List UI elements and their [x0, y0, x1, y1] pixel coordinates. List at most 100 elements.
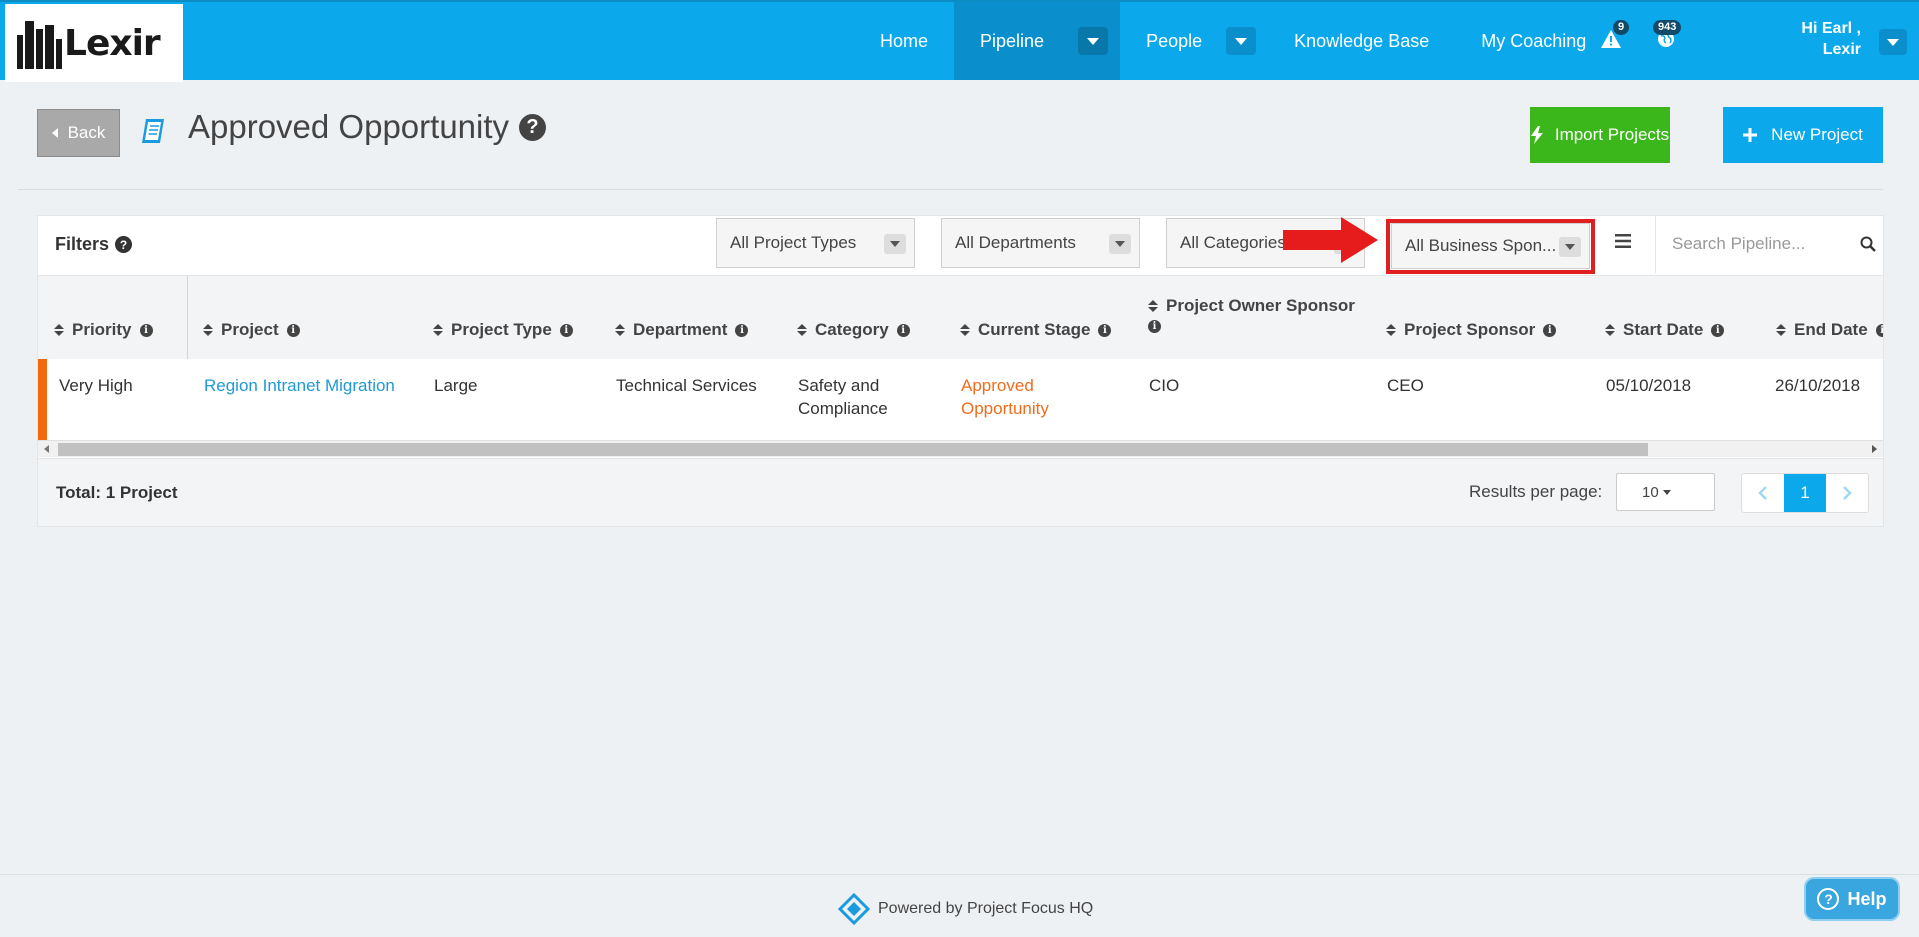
column-header-priority[interactable]: Priority i [54, 320, 153, 340]
nav-knowledge-base[interactable]: Knowledge Base [1268, 2, 1455, 80]
scroll-left-icon[interactable] [44, 445, 49, 453]
sort-icon [203, 324, 213, 336]
horizontal-scrollbar[interactable] [38, 440, 1883, 457]
cell-project-sponsor: CEO [1387, 376, 1424, 395]
cell-stage-line: Opportunity [961, 399, 1049, 418]
sort-icon [1148, 300, 1158, 312]
info-icon[interactable]: i [286, 323, 300, 337]
cell-current-stage: Approved Opportunity [961, 374, 1049, 420]
sort-icon [797, 324, 807, 336]
page-button-current[interactable]: 1 [1784, 474, 1826, 512]
back-button[interactable]: Back [37, 109, 120, 157]
info-icon[interactable]: i [139, 323, 153, 337]
nav-home[interactable]: Home [854, 2, 954, 80]
cell-department: Technical Services [616, 376, 757, 395]
book-icon [142, 119, 164, 143]
import-projects-button[interactable]: Import Projects [1530, 107, 1670, 163]
cell-category: Safety and Compliance [798, 374, 888, 420]
sort-icon [615, 324, 625, 336]
info-icon[interactable]: i [1875, 323, 1883, 337]
column-label: Project Owner Sponsor [1166, 296, 1355, 315]
column-separator [187, 276, 188, 359]
next-page-button[interactable] [1826, 474, 1868, 512]
column-header-project-type[interactable]: Project Type i [433, 320, 573, 340]
project-focus-logo-icon [838, 893, 870, 925]
column-header-end-date[interactable]: End Date i [1776, 320, 1883, 340]
plus-icon [1743, 128, 1758, 142]
help-button[interactable]: ? Help [1804, 877, 1900, 921]
user-menu-dropdown-button[interactable] [1879, 29, 1907, 55]
info-icon[interactable]: i [1148, 320, 1161, 333]
logo[interactable]: Lexir [5, 4, 183, 82]
people-dropdown-button[interactable] [1226, 27, 1257, 55]
user-greeting[interactable]: Hi Earl , Lexir [1801, 18, 1861, 60]
cell-project-link[interactable]: Region Intranet Migration [204, 374, 395, 397]
page-title-text: Approved Opportunity [188, 108, 510, 145]
column-header-current-stage[interactable]: Current Stage i [960, 320, 1112, 340]
chevron-down-icon [884, 234, 906, 254]
chevron-left-icon [1758, 486, 1767, 500]
highlight-box-annotation [1386, 219, 1595, 274]
filters-label: Filters ? [55, 234, 133, 255]
column-header-project[interactable]: Project i [203, 320, 300, 340]
column-header-category[interactable]: Category i [797, 320, 910, 340]
search-input[interactable] [1672, 234, 1842, 254]
column-label: Category [815, 320, 889, 339]
table-row[interactable]: Very High Region Intranet Migration Larg… [38, 359, 1883, 440]
column-label: Priority [72, 320, 132, 339]
search-icon[interactable] [1860, 236, 1876, 252]
question-circle-icon[interactable]: ? [519, 113, 547, 141]
nav-people-label: People [1146, 30, 1203, 51]
results-per-page-select[interactable]: 10 [1616, 473, 1715, 511]
chevron-right-icon [1843, 486, 1852, 500]
nav-pipeline-label: Pipeline [980, 30, 1045, 51]
hamburger-menu-icon[interactable] [1613, 232, 1633, 250]
scroll-right-icon[interactable] [1872, 445, 1877, 453]
column-label: Current Stage [978, 320, 1091, 339]
chevron-down-icon [1887, 38, 1899, 46]
alerts-button[interactable]: 9 [1601, 20, 1630, 50]
cell-project-type: Large [434, 376, 478, 395]
chevron-down-icon [1235, 37, 1248, 45]
info-icon[interactable]: i [896, 323, 910, 337]
info-icon[interactable]: i [1711, 323, 1725, 337]
notifications-button[interactable]: 943 [1653, 20, 1682, 50]
help-button-label: Help [1847, 888, 1887, 909]
nav-home-label: Home [880, 30, 929, 51]
new-project-button[interactable]: New Project [1723, 107, 1883, 163]
departments-value: All Departments [955, 233, 1076, 252]
sort-icon [960, 324, 970, 336]
powered-by-text: Powered by Project Focus HQ [878, 900, 1094, 917]
nav-pipeline[interactable]: Pipeline [954, 2, 1121, 80]
pipeline-dropdown-button[interactable] [1078, 27, 1109, 55]
total-count: Total: 1 Project [56, 483, 178, 502]
info-icon[interactable]: i [1543, 323, 1557, 337]
info-icon[interactable]: i [735, 323, 749, 337]
column-header-project-owner-sponsor[interactable]: Project Owner Sponsor i [1148, 296, 1355, 333]
nav-my-coaching[interactable]: My Coaching [1455, 2, 1612, 80]
info-icon[interactable]: i [1098, 323, 1112, 337]
sort-icon [1605, 324, 1615, 336]
sort-icon [1386, 324, 1396, 336]
scrollbar-thumb[interactable] [58, 443, 1648, 456]
priority-indicator [38, 359, 47, 440]
logo-text: Lexir [64, 22, 161, 64]
nav-people[interactable]: People [1120, 2, 1268, 80]
departments-select[interactable]: All Departments [941, 218, 1140, 268]
column-header-department[interactable]: Department i [615, 320, 749, 340]
results-per-page-label: Results per page: [1469, 482, 1603, 501]
column-label: Start Date [1623, 320, 1704, 339]
column-header-start-date[interactable]: Start Date i [1605, 320, 1725, 340]
prev-page-button[interactable] [1742, 474, 1784, 512]
column-label: Department [633, 320, 728, 339]
project-types-select[interactable]: All Project Types [716, 218, 915, 268]
main-nav: Home Pipeline People Knowledge Base My C… [854, 2, 1612, 80]
new-project-label: New Project [1771, 125, 1863, 144]
question-circle-icon[interactable]: ? [115, 236, 133, 253]
cell-stage-line: Approved [961, 376, 1034, 395]
column-header-project-sponsor[interactable]: Project Sponsor i [1386, 320, 1557, 340]
filters-label-text: Filters [55, 234, 110, 254]
info-icon[interactable]: i [559, 323, 573, 337]
search-container [1655, 215, 1884, 273]
cell-category-line: Safety and [798, 376, 880, 395]
